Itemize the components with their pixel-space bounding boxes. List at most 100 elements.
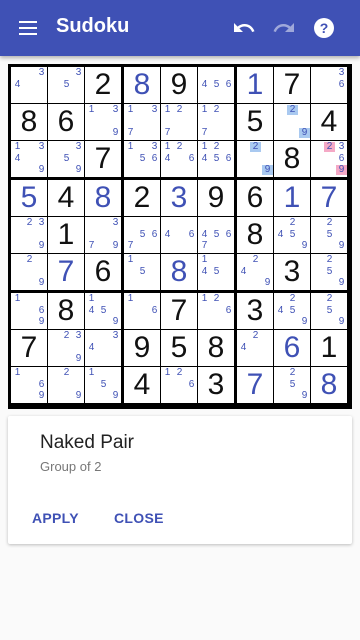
sudoku-cell[interactable]: 7	[161, 293, 197, 329]
sudoku-cell[interactable]: 1	[311, 330, 347, 366]
sudoku-cell[interactable]: 8	[124, 67, 160, 103]
sudoku-cell[interactable]: 35	[48, 67, 84, 103]
sudoku-cell[interactable]: 6	[48, 104, 84, 140]
sudoku-cell[interactable]: 12456	[198, 141, 234, 177]
cell-value: 8	[94, 181, 112, 214]
sudoku-cell[interactable]: 1	[237, 67, 273, 103]
sudoku-cell[interactable]: 456	[198, 67, 234, 103]
sudoku-cell[interactable]: 7	[48, 254, 84, 290]
sudoku-cell[interactable]: 126	[161, 367, 197, 403]
sudoku-cell[interactable]: 12 7	[198, 104, 234, 140]
sudoku-cell[interactable]: 3	[237, 293, 273, 329]
candidate-digit: 6	[151, 305, 158, 316]
candidate-digit: 1	[127, 141, 134, 152]
sudoku-cell[interactable]: 3	[161, 180, 197, 216]
sudoku-cell[interactable]: 7	[311, 180, 347, 216]
sudoku-cell[interactable]: 29	[237, 141, 273, 177]
redo-icon[interactable]	[272, 16, 296, 40]
candidate-digit: 7	[127, 240, 134, 251]
sudoku-cell[interactable]: 259	[311, 217, 347, 253]
sudoku-cell[interactable]: 4	[48, 180, 84, 216]
candidate-digit: 1	[14, 367, 21, 378]
sudoku-cell[interactable]: 8	[48, 293, 84, 329]
sudoku-cell[interactable]: 23 9	[11, 217, 47, 253]
sudoku-cell[interactable]: 124 6	[161, 141, 197, 177]
sudoku-cell[interactable]: 2369	[311, 141, 347, 177]
sudoku-cell[interactable]: 9	[124, 330, 160, 366]
sudoku-cell[interactable]: 8	[311, 367, 347, 403]
candidate-digit: 3	[38, 217, 45, 228]
sudoku-cell[interactable]: 159	[85, 367, 121, 403]
sudoku-cell[interactable]: 259	[274, 367, 310, 403]
apply-button[interactable]: APPLY	[32, 510, 79, 526]
sudoku-cell[interactable]: 2459	[274, 217, 310, 253]
menu-icon[interactable]	[16, 16, 40, 40]
sudoku-cell[interactable]: 259	[311, 293, 347, 329]
sudoku-cell[interactable]: 5	[11, 180, 47, 216]
sudoku-cell[interactable]: 7	[85, 141, 121, 177]
sudoku-cell[interactable]: 29	[274, 104, 310, 140]
sudoku-cell[interactable]: 7	[237, 367, 273, 403]
sudoku-cell[interactable]: 6	[274, 330, 310, 366]
sudoku-cell[interactable]: 8	[274, 141, 310, 177]
sudoku-cell[interactable]: 1 69	[11, 367, 47, 403]
sudoku-cell[interactable]: 3	[198, 367, 234, 403]
sudoku-cell[interactable]: 456 7	[198, 217, 234, 253]
sudoku-cell[interactable]: 9	[198, 180, 234, 216]
sudoku-cell[interactable]: 7	[274, 67, 310, 103]
sudoku-cell[interactable]: 8	[161, 254, 197, 290]
sudoku-cell[interactable]: 4	[124, 367, 160, 403]
sudoku-cell[interactable]: 15	[124, 254, 160, 290]
sudoku-cell[interactable]: 2	[124, 180, 160, 216]
sudoku-cell[interactable]: 24 9	[237, 254, 273, 290]
sudoku-cell[interactable]: 34	[11, 67, 47, 103]
sudoku-cell[interactable]: 5	[237, 104, 273, 140]
candidate-digit: 2	[252, 254, 259, 265]
candidate-digit: 7	[88, 240, 95, 251]
sudoku-cell[interactable]: 29	[48, 367, 84, 403]
sudoku-cell[interactable]: 3	[274, 254, 310, 290]
sudoku-cell[interactable]: 8	[85, 180, 121, 216]
close-button[interactable]: CLOSE	[114, 510, 164, 526]
candidate-digit: 1	[127, 254, 134, 265]
sudoku-cell[interactable]: 1	[274, 180, 310, 216]
sudoku-cell[interactable]: 9	[161, 67, 197, 103]
sudoku-cell[interactable]: 56 7	[124, 217, 160, 253]
sudoku-cell[interactable]: 6	[85, 254, 121, 290]
cell-value: 4	[133, 368, 151, 401]
sudoku-cell[interactable]: 1459	[85, 293, 121, 329]
sudoku-cell[interactable]: 16	[124, 293, 160, 329]
sudoku-cell[interactable]: 3 9 7	[85, 217, 121, 253]
sudoku-cell[interactable]: 4	[311, 104, 347, 140]
sudoku-cell[interactable]: 12 7	[161, 104, 197, 140]
help-icon[interactable]: ?	[312, 16, 336, 40]
sudoku-cell[interactable]: 8	[198, 330, 234, 366]
sudoku-cell[interactable]: 2459	[274, 293, 310, 329]
sudoku-cell[interactable]: 1 69	[11, 293, 47, 329]
sudoku-cell[interactable]: 6	[237, 180, 273, 216]
sudoku-cell[interactable]: 23 9	[48, 330, 84, 366]
sudoku-cell[interactable]: 46	[161, 217, 197, 253]
sudoku-cell[interactable]: 5	[161, 330, 197, 366]
sudoku-cell[interactable]: 8	[237, 217, 273, 253]
sudoku-cell[interactable]: 1 356	[124, 141, 160, 177]
sudoku-cell[interactable]: 126	[198, 293, 234, 329]
sudoku-cell[interactable]: 1 3 4 9	[11, 141, 47, 177]
candidate-digit: 6	[225, 153, 232, 164]
sudoku-cell[interactable]: 359	[48, 141, 84, 177]
candidate-digit: 4	[201, 153, 208, 164]
candidate-digit: 5	[100, 305, 107, 316]
undo-icon[interactable]	[232, 16, 256, 40]
sudoku-cell[interactable]: 259	[311, 254, 347, 290]
sudoku-cell[interactable]: 8	[11, 104, 47, 140]
sudoku-cell[interactable]: 36	[311, 67, 347, 103]
sudoku-cell[interactable]: 29	[11, 254, 47, 290]
sudoku-cell[interactable]: 145	[198, 254, 234, 290]
sudoku-cell[interactable]: 7	[11, 330, 47, 366]
sudoku-cell[interactable]: 24	[237, 330, 273, 366]
sudoku-cell[interactable]: 34	[85, 330, 121, 366]
sudoku-cell[interactable]: 2	[85, 67, 121, 103]
sudoku-cell[interactable]: 1 3 9	[85, 104, 121, 140]
sudoku-cell[interactable]: 1	[48, 217, 84, 253]
sudoku-cell[interactable]: 1 3 7	[124, 104, 160, 140]
